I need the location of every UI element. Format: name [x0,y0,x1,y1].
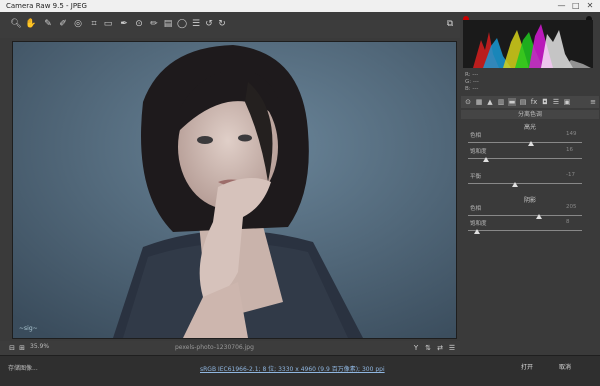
shadows-hue-value[interactable]: 205 [566,204,577,210]
shadows-hue-thumb[interactable] [535,214,542,219]
highlights-heading: 高光 [523,124,536,131]
radial-filter-icon[interactable]: ◯ [176,18,188,30]
shadows-sat-value[interactable]: 8 [566,219,570,225]
window-controls: — □ ✕ [556,0,596,12]
b-value: B: --- [465,86,479,92]
photo-preview[interactable]: ~sig~ [12,41,457,339]
portrait-photo: ~sig~ [13,42,456,338]
tab-tone-curve-icon[interactable]: ▦ [475,98,483,106]
shadows-hue-slider[interactable] [468,215,582,216]
before-after-icon[interactable]: ⇅ [422,342,434,354]
workflow-options-link[interactable]: sRGB IEC61966-2.1; 8 位; 3330 x 4960 (9.9… [200,364,385,373]
shadows-hue-label: 色相 [470,206,482,212]
title-bar: Camera Raw 9.5 - JPEG — □ ✕ [0,0,600,12]
rotate-cw-icon[interactable]: ↻ [216,18,228,30]
rgb-readout: R: --- G: --- B: --- [465,72,479,93]
panel-title: 分离色调 [461,110,599,119]
open-image-button[interactable]: 打开 [515,362,539,373]
crop-icon[interactable]: ⌗ [88,18,100,30]
preview-settings-icon[interactable]: ☰ [446,342,458,354]
g-value: G: --- [465,79,479,85]
balance-thumb[interactable] [511,182,518,187]
highlights-sat-value[interactable]: 16 [566,147,573,153]
histogram-graph [473,24,591,68]
highlights-sat-label: 饱和度 [470,149,487,155]
graduated-filter-icon[interactable]: ▤ [162,18,174,30]
highlights-hue-thumb[interactable] [527,141,534,146]
svg-text:~sig~: ~sig~ [19,325,38,332]
adjustment-brush-icon[interactable]: ✏ [148,18,160,30]
footer-bar: 存储图像... sRGB IEC61966-2.1; 8 位; 3330 x 4… [0,355,600,386]
zoom-icon[interactable]: 🔍︎ [10,18,22,30]
close-button[interactable]: ✕ [584,0,596,12]
targeted-adjust-icon[interactable]: ◎ [72,18,84,30]
tab-hsl-icon[interactable]: ▥ [497,98,505,106]
panel-menu-icon[interactable]: ≡ [589,98,597,106]
highlights-hue-label: 色相 [470,133,482,139]
histogram [463,20,593,68]
tab-presets-icon[interactable]: ☰ [552,98,560,106]
maximize-button[interactable]: □ [570,0,582,12]
r-value: R: --- [465,72,479,78]
shadows-sat-label: 饱和度 [470,221,487,227]
tab-split-toning-icon[interactable]: ▬ [508,98,516,106]
tab-lens-icon[interactable]: ▤ [519,98,527,106]
shadows-sat-slider[interactable] [468,230,582,231]
hand-icon[interactable]: ✋ [25,18,37,30]
shadows-heading: 阴影 [523,197,536,204]
straighten-icon[interactable]: ▭ [102,18,114,30]
tab-snapshots-icon[interactable]: ▣ [563,98,571,106]
zoom-in-icon[interactable]: ⊞ [16,342,28,354]
balance-slider[interactable] [468,183,582,184]
file-name: pexels-photo-1230706.jpg [175,344,254,351]
balance-value[interactable]: -17 [566,172,575,178]
view-bar: ⊟ ⊞ 35.9% pexels-photo-1230706.jpg Y ⇅ ⇄… [0,341,460,355]
tab-basic-icon[interactable]: ⊙ [464,98,472,106]
window-title: Camera Raw 9.5 - JPEG [6,2,87,10]
minimize-button[interactable]: — [556,0,568,12]
tab-effects-icon[interactable]: fx [530,98,538,106]
preview-toggle-icon[interactable]: Y [410,342,422,354]
cancel-button[interactable]: 取消 [553,362,577,373]
balance-label: 平衡 [470,174,482,180]
panel-tabs: ⊙ ▦ ▲ ▥ ▬ ▤ fx ◘ ☰ ▣ ≡ [461,96,599,108]
tool-bar: 🔍︎ ✋ ✎ ✐ ◎ ⌗ ▭ ✒ ⊙ ✏ ▤ ◯ ☰ ↺ ↻ ⧉ [0,12,460,39]
spot-removal-icon[interactable]: ✒ [118,18,130,30]
save-image-button[interactable]: 存储图像... [8,363,38,372]
highlights-hue-value[interactable]: 149 [566,131,577,137]
red-eye-icon[interactable]: ⊙ [133,18,145,30]
preferences-icon[interactable]: ☰ [190,18,202,30]
highlights-hue-slider[interactable] [468,142,582,143]
swap-icon[interactable]: ⇄ [434,342,446,354]
shadows-sat-thumb[interactable] [474,229,481,234]
highlights-sat-thumb[interactable] [483,157,490,162]
tab-detail-icon[interactable]: ▲ [486,98,494,106]
zoom-level[interactable]: 35.9% [30,343,49,350]
fullscreen-icon[interactable]: ⧉ [444,18,456,30]
tab-camera-calibration-icon[interactable]: ◘ [541,98,549,106]
white-balance-icon[interactable]: ✎ [42,18,54,30]
rotate-ccw-icon[interactable]: ↺ [203,18,215,30]
color-sampler-icon[interactable]: ✐ [57,18,69,30]
